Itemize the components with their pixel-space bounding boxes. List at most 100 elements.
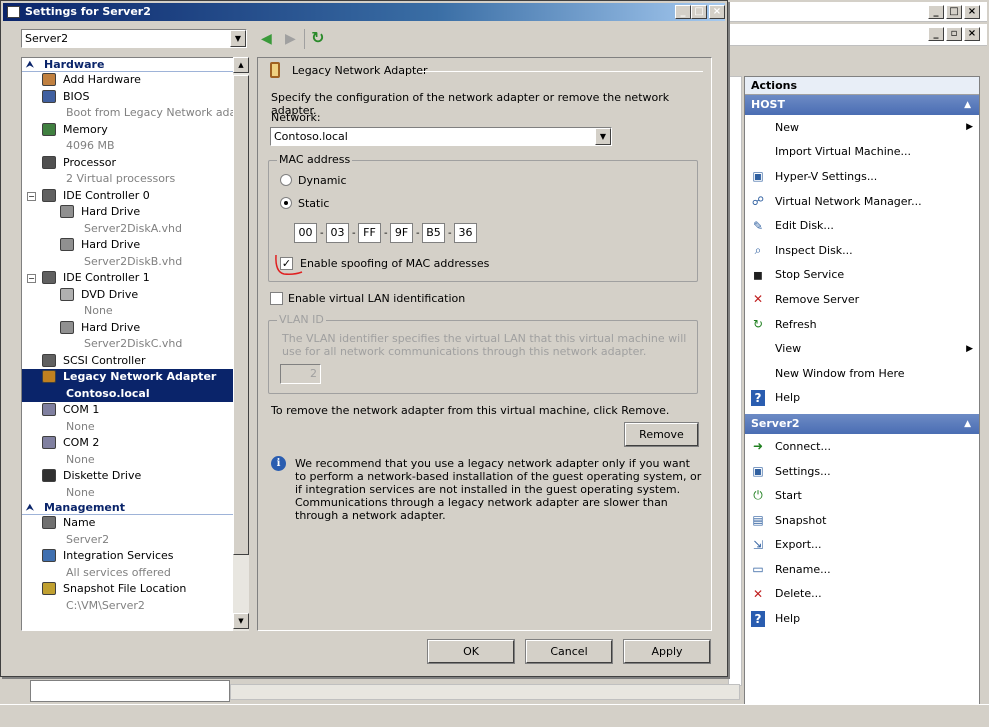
action-item[interactable]: ⌕ Inspect Disk... (745, 238, 979, 263)
scroll-up-icon[interactable]: ▲ (233, 57, 249, 73)
tree-node[interactable]: COM 2 None (22, 435, 248, 468)
collapse-icon[interactable]: ⮝ (26, 58, 34, 72)
tree-node[interactable]: Add Hardware (22, 72, 248, 89)
horizontal-scrollbar[interactable] (230, 684, 740, 700)
collapse-icon[interactable]: ▲ (964, 95, 971, 115)
tree-node-row: Diskette Drive (22, 468, 248, 485)
mac-octet-6[interactable]: 36 (454, 223, 477, 243)
remove-server-icon: ✕ (752, 292, 764, 307)
hardware-section-header[interactable]: ⮝ Hardware (22, 58, 248, 72)
action-item[interactable]: ☍ Virtual Network Manager... (745, 189, 979, 214)
host-section-header[interactable]: HOST ▲ (745, 95, 979, 115)
action-item[interactable]: ✕ Remove Server (745, 287, 979, 312)
scroll-thumb[interactable] (233, 75, 249, 555)
refresh-icon[interactable]: ↻ (311, 28, 324, 47)
tree-node-detail-row: None (22, 303, 248, 320)
network-select[interactable]: Contoso.local ▼ (270, 127, 612, 146)
mac-octet-3[interactable]: FF (358, 223, 381, 243)
tree-node[interactable]: Hard Drive Server2DiskC.vhd (22, 320, 248, 353)
action-item[interactable]: New ▶ (745, 115, 979, 140)
tree-node[interactable]: Diskette Drive None (22, 468, 248, 501)
tree-node[interactable]: BIOS Boot from Legacy Network ada... (22, 89, 248, 122)
vlan-id-input[interactable]: 2 (280, 364, 321, 384)
tree-node[interactable]: Snapshot File Location C:\VM\Server2 (22, 581, 248, 614)
child-minimize-icon[interactable]: _ (928, 27, 944, 41)
collapse-icon[interactable]: − (27, 274, 36, 283)
chevron-down-icon[interactable]: ▼ (595, 128, 611, 145)
vlan-checkbox[interactable] (270, 292, 283, 305)
action-item[interactable]: ⇲ Export... (745, 533, 979, 558)
tree-node-detail: Contoso.local (66, 386, 150, 400)
chevron-down-icon[interactable]: ▼ (230, 30, 246, 47)
action-item[interactable]: ? Help (745, 386, 979, 411)
snapshot-location-icon (42, 582, 56, 595)
submenu-arrow-icon: ▶ (966, 343, 973, 354)
scroll-down-icon[interactable]: ▼ (233, 613, 249, 629)
dynamic-radio[interactable] (280, 174, 292, 186)
child-close-icon[interactable]: × (964, 27, 980, 41)
mac-octet-1[interactable]: 00 (294, 223, 317, 243)
tree-scrollbar[interactable]: ▲ ▼ (233, 57, 249, 631)
action-item[interactable]: View ▶ (745, 336, 979, 361)
remove-button[interactable]: Remove (624, 422, 699, 447)
network-label: Network: (271, 111, 321, 124)
tree-node[interactable]: Hard Drive Server2DiskB.vhd (22, 237, 248, 270)
close-icon[interactable]: × (709, 5, 725, 19)
minimize-icon[interactable]: _ (675, 5, 691, 19)
close-icon[interactable]: × (964, 5, 980, 19)
child-restore-icon[interactable]: ▫ (946, 27, 962, 41)
server-section-header[interactable]: Server2 ▲ (745, 414, 979, 435)
minimize-icon[interactable]: _ (928, 5, 944, 19)
tree-node[interactable]: Legacy Network Adapter Contoso.local (22, 369, 248, 402)
action-item[interactable]: ▭ Rename... (745, 557, 979, 582)
action-item[interactable]: ✎ Edit Disk... (745, 213, 979, 238)
mac-octet-2[interactable]: 03 (326, 223, 349, 243)
action-label: Stop Service (775, 268, 845, 282)
tree-node[interactable]: Integration Services All services offered (22, 548, 248, 581)
tree-node-detail: None (66, 485, 95, 499)
collapse-icon[interactable]: − (27, 191, 36, 201)
mac-octet-4[interactable]: 9F (390, 223, 413, 243)
server-combo[interactable]: Server2 ▼ (21, 29, 247, 48)
tree-node-row: Processor (22, 155, 248, 172)
action-item[interactable]: ▤ Snapshot (745, 508, 979, 533)
action-item[interactable]: Import Virtual Machine... (745, 140, 979, 165)
tree-node[interactable]: SCSI Controller (22, 353, 248, 370)
action-item[interactable]: ➜ Connect... (745, 434, 979, 459)
forward-arrow-icon[interactable]: ▶ (285, 31, 296, 47)
maximize-icon[interactable]: □ (691, 5, 707, 19)
tree-node[interactable]: DVD Drive None (22, 287, 248, 320)
action-item[interactable]: ? Help (745, 606, 979, 631)
action-item[interactable]: New Window from Here (745, 361, 979, 386)
action-item[interactable]: ⏻ Start (745, 483, 979, 508)
tree-node[interactable]: Processor 2 Virtual processors (22, 155, 248, 188)
tree-node[interactable]: − IDE Controller 1 (22, 270, 248, 287)
tree-node[interactable]: Hard Drive Server2DiskA.vhd (22, 204, 248, 237)
tree-node[interactable]: − IDE Controller 0 (22, 188, 248, 205)
tree-node[interactable]: COM 1 None (22, 402, 248, 435)
tree-node[interactable]: Name Server2 (22, 515, 248, 548)
mac-octet-5[interactable]: B5 (422, 223, 445, 243)
static-radio[interactable] (280, 197, 292, 209)
maximize-icon[interactable]: □ (946, 5, 962, 19)
tree-node-label: Processor (63, 155, 116, 169)
tree-node-label: COM 1 (63, 403, 100, 416)
collapse-icon[interactable]: ▲ (964, 414, 971, 434)
action-item[interactable]: ↻ Refresh (745, 312, 979, 337)
new-window-icon (749, 365, 767, 381)
tree-node-row: COM 2 (22, 435, 248, 452)
tree-node[interactable]: Memory 4096 MB (22, 122, 248, 155)
ok-button[interactable]: OK (427, 639, 515, 664)
apply-button[interactable]: Apply (623, 639, 711, 664)
tree-node-label: IDE Controller 1 (63, 271, 150, 284)
action-item[interactable]: ▣ Settings... (745, 459, 979, 484)
action-item[interactable]: ▣ Hyper-V Settings... (745, 164, 979, 189)
collapse-icon[interactable]: ⮝ (26, 501, 34, 515)
action-item[interactable]: ◼ Stop Service (745, 263, 979, 288)
bios-icon (42, 89, 56, 103)
tree-node-detail-row: None (22, 485, 248, 502)
back-arrow-icon[interactable]: ◀ (261, 31, 272, 47)
action-item[interactable]: ✕ Delete... (745, 582, 979, 607)
management-section-header[interactable]: ⮝ Management (22, 501, 248, 515)
cancel-button[interactable]: Cancel (525, 639, 613, 664)
